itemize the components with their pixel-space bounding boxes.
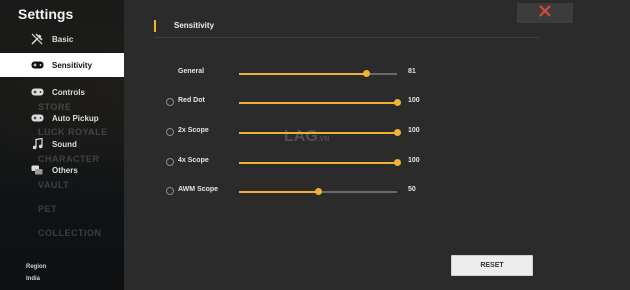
slider-row-awm-scope: AWM Scope 50 (154, 184, 424, 200)
slider-value: 100 (408, 127, 420, 134)
slider-label: General (178, 68, 205, 75)
scope-checkbox[interactable] (166, 187, 174, 195)
sidebar-item-label: Sensitivity (52, 60, 93, 70)
region-label: Region (26, 264, 47, 270)
slider-fill (239, 73, 367, 75)
panel-header: Sensitivity (154, 16, 539, 38)
sidebar-item-others[interactable]: Others (0, 158, 124, 182)
slider-row-4x-scope: 4x Scope 100 (154, 155, 424, 171)
slider-fill (239, 162, 397, 164)
sidebar-item-label: Auto Pickup (52, 113, 99, 123)
sensitivity-panel: Sensitivity LAG.VN General 81 Red Dot 10… (124, 0, 630, 290)
scope-checkbox[interactable] (166, 128, 174, 136)
background-label: PET (38, 204, 58, 214)
region-value: India (26, 276, 41, 282)
wrench-screwdriver-icon (30, 32, 44, 46)
sidebar-item-label: Sound (52, 139, 77, 149)
gamepad-icon (30, 85, 44, 99)
sidebar-item-label: Others (52, 165, 78, 175)
slider-track-4x-scope[interactable] (239, 159, 401, 166)
slider-fill (239, 102, 397, 104)
slider-fill (239, 191, 318, 193)
close-button[interactable] (517, 3, 573, 23)
slider-handle[interactable] (314, 188, 322, 195)
slider-handle[interactable] (393, 129, 401, 136)
slider-handle[interactable] (393, 159, 401, 166)
sidebar-item-sensitivity[interactable]: Sensitivity (0, 53, 124, 77)
close-x-icon (539, 4, 551, 22)
settings-sidebar: Settings STORE LUCK ROYALE CHARACTER VAU… (0, 0, 124, 290)
sidebar-item-basic[interactable]: Basic (0, 27, 124, 51)
slider-value: 81 (408, 68, 416, 75)
reset-button[interactable]: RESET (451, 255, 533, 276)
slider-row-general: General 81 (154, 66, 424, 82)
slider-track-general[interactable] (239, 70, 397, 77)
sidebar-item-label: Basic (52, 34, 74, 44)
music-note-icon (30, 137, 44, 151)
sidebar-item-sound[interactable]: Sound (0, 132, 124, 156)
header-accent-bar (154, 20, 156, 32)
slider-label: 2x Scope (178, 127, 209, 134)
slider-handle[interactable] (393, 99, 401, 106)
slider-value: 100 (408, 157, 420, 164)
gamepad-icon (30, 58, 44, 72)
sidebar-item-auto-pickup[interactable]: Auto Pickup (0, 106, 124, 130)
slider-row-2x-scope: 2x Scope 100 (154, 125, 424, 141)
slider-track-awm-scope[interactable] (239, 188, 397, 195)
scope-checkbox[interactable] (166, 98, 174, 106)
slider-track-2x-scope[interactable] (239, 129, 401, 136)
slider-value: 50 (408, 186, 416, 193)
sidebar-item-label: Controls (52, 87, 85, 97)
slider-label: AWM Scope (178, 186, 219, 193)
slider-row-red-dot: Red Dot 100 (154, 95, 424, 111)
slider-track-red-dot[interactable] (239, 99, 401, 106)
slider-value: 100 (408, 97, 420, 104)
settings-title: Settings (18, 6, 74, 22)
panel-title: Sensitivity (174, 21, 215, 30)
slider-fill (239, 132, 397, 134)
chat-icon (30, 163, 44, 177)
slider-handle[interactable] (363, 70, 371, 77)
background-label: COLLECTION (38, 228, 102, 238)
scope-checkbox[interactable] (166, 158, 174, 166)
sidebar-item-controls[interactable]: Controls (0, 80, 124, 104)
gamepad-icon (30, 111, 44, 125)
slider-label: Red Dot (178, 97, 205, 104)
slider-label: 4x Scope (178, 157, 209, 164)
